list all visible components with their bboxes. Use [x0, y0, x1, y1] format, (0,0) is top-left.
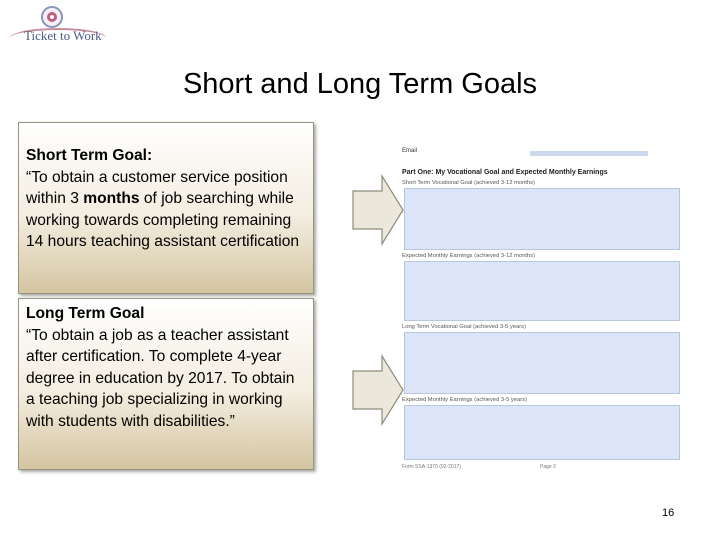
- goals-form-image: Email Part One: My Vocational Goal and E…: [398, 143, 680, 475]
- logo-text: Ticket to Work: [24, 28, 102, 43]
- form-long-goal-label: Long Term Vocational Goal (achieved 3-5 …: [402, 324, 526, 330]
- form-footer-id: Form SSA-1370 (02-2017): [402, 464, 461, 470]
- long-term-goal-text: “To obtain a job as a teacher assistant …: [26, 326, 295, 430]
- form-long-goal-field: [404, 332, 680, 394]
- form-part-title: Part One: My Vocational Goal and Expecte…: [402, 169, 608, 176]
- arrow-right-icon: [352, 174, 404, 246]
- form-short-earnings-field: [404, 261, 680, 321]
- form-footer-page: Page 2: [540, 464, 556, 470]
- long-term-goal-heading: Long Term Goal: [26, 305, 145, 322]
- short-term-goal-box: Short Term Goal: “To obtain a customer s…: [18, 122, 314, 294]
- form-short-earnings-label: Expected Monthly Earnings (achieved 3-12…: [402, 253, 536, 259]
- page-number: 16: [662, 507, 675, 519]
- logo-seal-icon: [41, 6, 63, 28]
- ticket-to-work-logo: Ticket to Work: [8, 4, 112, 48]
- form-email-label: Email: [402, 148, 418, 154]
- form-long-earnings-label: Expected Monthly Earnings (achieved 3-5 …: [402, 397, 528, 403]
- long-term-goal-box: Long Term Goal “To obtain a job as a tea…: [18, 298, 314, 470]
- form-long-earnings-field: [404, 405, 680, 460]
- form-email-field: [530, 151, 648, 156]
- short-term-goal-heading: Short Term Goal:: [26, 147, 153, 164]
- form-short-goal-label: Short Term Vocational Goal (achieved 3-1…: [402, 180, 535, 186]
- slide-title: Short and Long Term Goals: [182, 68, 538, 100]
- form-short-goal-field: [404, 188, 680, 250]
- arrow-right-icon: [352, 354, 404, 426]
- short-goal-text-bold: months: [83, 190, 140, 207]
- short-term-goal-text: “To obtain a customer service position w…: [26, 167, 306, 253]
